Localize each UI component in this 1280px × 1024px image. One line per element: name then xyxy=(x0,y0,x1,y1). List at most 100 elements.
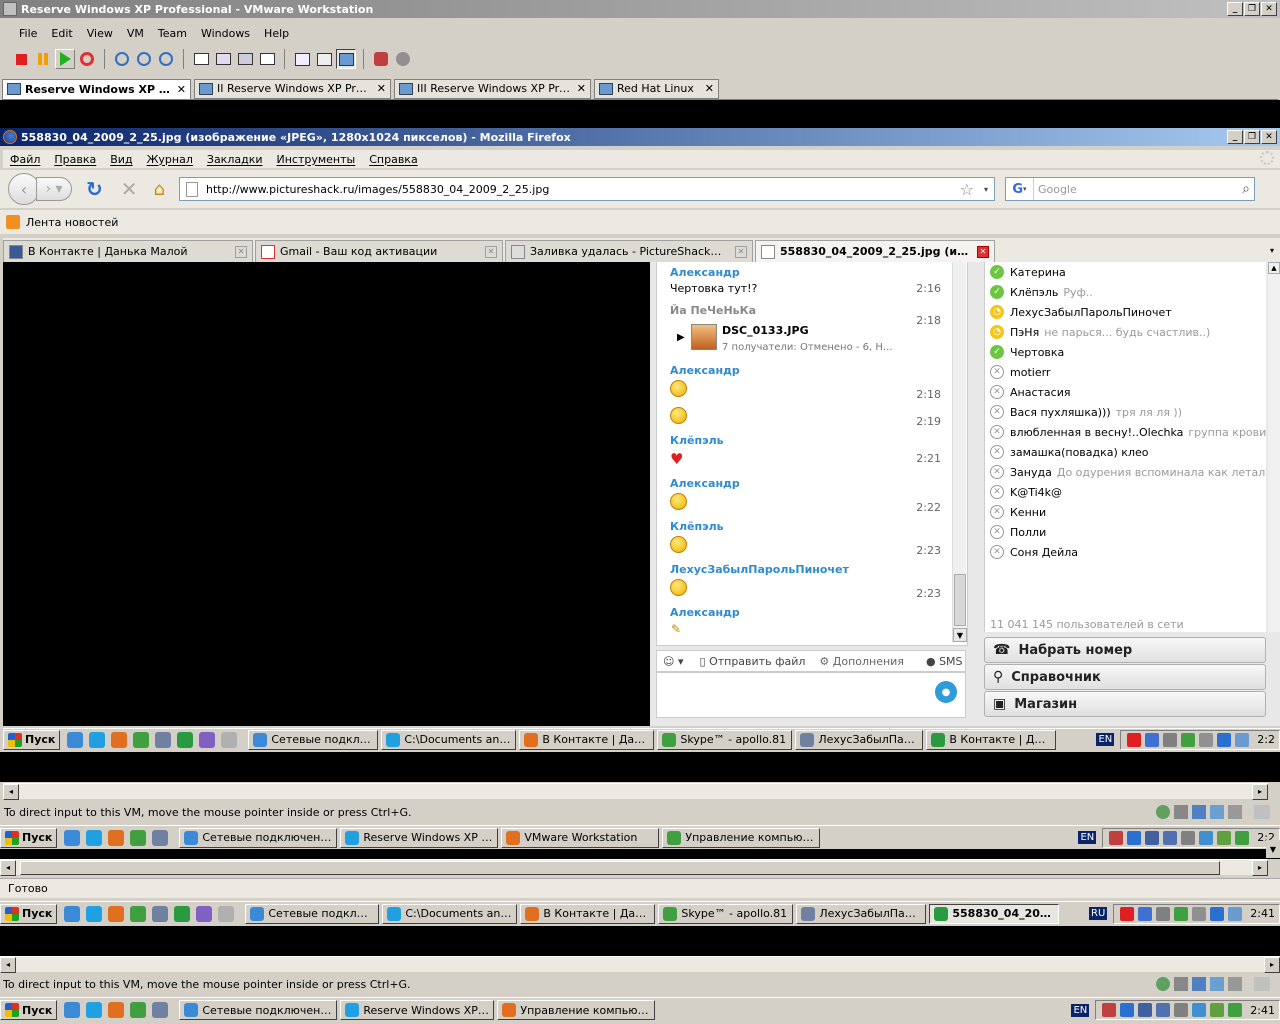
vm-tab-close-icon[interactable]: ✕ xyxy=(177,83,186,96)
contact-item[interactable]: ✕ замашка(повадка) клео xyxy=(985,442,1266,462)
home-icon[interactable]: ⌂ xyxy=(154,179,165,200)
tray-icon[interactable] xyxy=(1145,732,1160,747)
ff-menu-3[interactable]: Журнал xyxy=(140,153,200,166)
tray-icon[interactable] xyxy=(1138,906,1153,921)
quicklaunch-icon[interactable] xyxy=(111,731,128,748)
minimize-button[interactable]: _ xyxy=(1227,2,1243,16)
contact-item[interactable]: ✕ Кенни xyxy=(985,502,1266,522)
tray-icon[interactable] xyxy=(1138,1003,1153,1017)
contact-item[interactable]: ✓ Чертовка xyxy=(985,342,1266,362)
quicklaunch-icon[interactable] xyxy=(152,905,169,922)
tray-icon[interactable] xyxy=(1120,906,1135,921)
quicklaunch-icon[interactable] xyxy=(64,905,81,922)
contact-item[interactable]: ✕ Зануда До одурения вспоминала как летала xyxy=(985,462,1266,482)
search-bar[interactable]: G ▾ Google ⌕ xyxy=(1004,177,1255,201)
quicklaunch-icon[interactable] xyxy=(130,1002,147,1018)
dial-number-button[interactable]: ☎ Набрать номер xyxy=(984,637,1266,663)
scroll-right3-icon[interactable]: ▸ xyxy=(1264,956,1280,973)
taskbar-item[interactable]: Управление компьюте... xyxy=(497,1000,656,1020)
power-off-icon[interactable] xyxy=(11,49,31,69)
chat-message-input[interactable]: ● xyxy=(656,672,966,718)
taskbar-item[interactable]: Сетевые подклю... xyxy=(248,729,379,750)
tray-icon[interactable] xyxy=(1102,1003,1117,1017)
quick-switch-icon[interactable] xyxy=(213,49,233,69)
contact-item[interactable]: ✕ motierr xyxy=(985,362,1266,382)
tray-icon[interactable] xyxy=(1217,830,1232,845)
start-button[interactable]: Пуск xyxy=(3,729,61,750)
ff-menu-1[interactable]: Правка xyxy=(47,153,103,166)
emoticon-picker-icon[interactable]: ☺ ▾ xyxy=(663,655,684,668)
url-bar[interactable]: http://www.pictureshack.ru/images/558830… xyxy=(178,177,995,201)
tray-icon[interactable] xyxy=(1199,732,1214,747)
quicklaunch-icon[interactable] xyxy=(67,731,84,748)
tray-icon[interactable] xyxy=(1127,830,1142,845)
language-indicator[interactable]: EN xyxy=(1078,831,1097,844)
tray-icon[interactable] xyxy=(1192,906,1207,921)
taskbar-item[interactable]: Сетевые подклю... xyxy=(245,903,380,924)
tray-icon[interactable] xyxy=(1163,830,1178,845)
vm-tab-close-icon[interactable]: ✕ xyxy=(705,82,714,95)
taskbar-item[interactable]: Skype™ - apollo.81 xyxy=(658,903,794,924)
tray-icon[interactable] xyxy=(1181,830,1196,845)
contact-item[interactable]: ◔ ЛехусЗабылПарольПиночет xyxy=(985,302,1266,322)
taskbar-item[interactable]: В Контакте | Дан... xyxy=(520,903,656,924)
tray-icon[interactable] xyxy=(1145,830,1160,845)
quicklaunch-icon[interactable] xyxy=(221,731,238,748)
taskbar-item[interactable]: Reserve Windows XP Pro... xyxy=(340,1000,495,1020)
sidebar-view-icon[interactable] xyxy=(191,49,211,69)
language-indicator[interactable]: EN xyxy=(1071,1003,1090,1017)
vm-menu-3[interactable]: VM xyxy=(120,27,151,40)
search-input[interactable]: Google xyxy=(1034,183,1242,196)
contact-item[interactable]: ✓ Клёпэль Руф.. xyxy=(985,282,1266,302)
scroll-left2-icon[interactable]: ◂ xyxy=(0,859,16,876)
stop-icon[interactable]: ✕ xyxy=(121,177,138,201)
quicklaunch-icon[interactable] xyxy=(64,829,81,846)
ff-minimize-button[interactable]: _ xyxy=(1227,130,1243,144)
contact-item[interactable]: ✕ Вася пухляшка))) тря ля ля )) xyxy=(985,402,1266,422)
quicklaunch-icon[interactable] xyxy=(86,1002,103,1018)
vm-menu-0[interactable]: File xyxy=(12,27,44,40)
ff-tab-close-icon[interactable]: ✕ xyxy=(735,245,747,258)
taskbar-item[interactable]: VMware Workstation xyxy=(501,827,660,848)
quicklaunch-icon[interactable] xyxy=(177,731,194,748)
taskbar-item[interactable]: Управление компьюте... xyxy=(662,827,821,848)
language-indicator[interactable]: RU xyxy=(1089,907,1108,920)
suspend-icon[interactable] xyxy=(33,49,53,69)
tray-icon[interactable] xyxy=(1228,1003,1243,1017)
contact-item[interactable]: ✕ Полли xyxy=(985,522,1266,542)
quicklaunch-icon[interactable] xyxy=(108,905,125,922)
quicklaunch-icon[interactable] xyxy=(174,905,191,922)
ff-close-button[interactable]: ✕ xyxy=(1261,130,1277,144)
tray-icon[interactable] xyxy=(1181,732,1196,747)
shop-button[interactable]: ▣ Магазин xyxy=(984,691,1266,717)
vm-menu-1[interactable]: Edit xyxy=(44,27,79,40)
mid-hscrollbar[interactable]: ◂ ▸ xyxy=(0,859,1268,876)
contact-item[interactable]: ✕ Соня Дейла xyxy=(985,542,1266,562)
start-button[interactable]: Пуск xyxy=(0,903,58,924)
tray-icon[interactable] xyxy=(1217,732,1232,747)
scroll-left-icon[interactable]: ◂ xyxy=(3,783,19,800)
quicklaunch-icon[interactable] xyxy=(86,905,103,922)
tray-icon[interactable] xyxy=(1199,830,1214,845)
unity-icon[interactable] xyxy=(257,49,277,69)
ff-menu-4[interactable]: Закладки xyxy=(200,153,270,166)
power-on-icon[interactable] xyxy=(55,49,75,69)
sms-button[interactable]: ● SMS xyxy=(926,655,963,668)
vm-tab-close-icon[interactable]: ✕ xyxy=(577,82,586,95)
taskbar-item[interactable]: 558830_04_200... xyxy=(929,903,1060,924)
image-hscrollbar[interactable]: ◂ ▸ xyxy=(3,783,1268,800)
ff-menu-5[interactable]: Инструменты xyxy=(270,153,363,166)
tray-icon[interactable] xyxy=(1210,906,1225,921)
start-button[interactable]: Пуск xyxy=(0,827,58,848)
tray-icon[interactable] xyxy=(1120,1003,1135,1017)
summary-view-icon[interactable] xyxy=(292,49,312,69)
scroll-right2-icon[interactable]: ▸ xyxy=(1252,859,1268,876)
ff-tab-close-icon[interactable]: ✕ xyxy=(977,245,989,258)
reset-icon[interactable] xyxy=(77,49,97,69)
quicklaunch-icon[interactable] xyxy=(89,731,106,748)
tray-icon[interactable] xyxy=(1192,1003,1207,1017)
url-dropdown-icon[interactable]: ▾ xyxy=(984,185,988,194)
tray-icon[interactable] xyxy=(1174,906,1189,921)
file-name[interactable]: DSC_0133.JPG xyxy=(722,324,809,337)
settings-icon[interactable] xyxy=(393,49,413,69)
